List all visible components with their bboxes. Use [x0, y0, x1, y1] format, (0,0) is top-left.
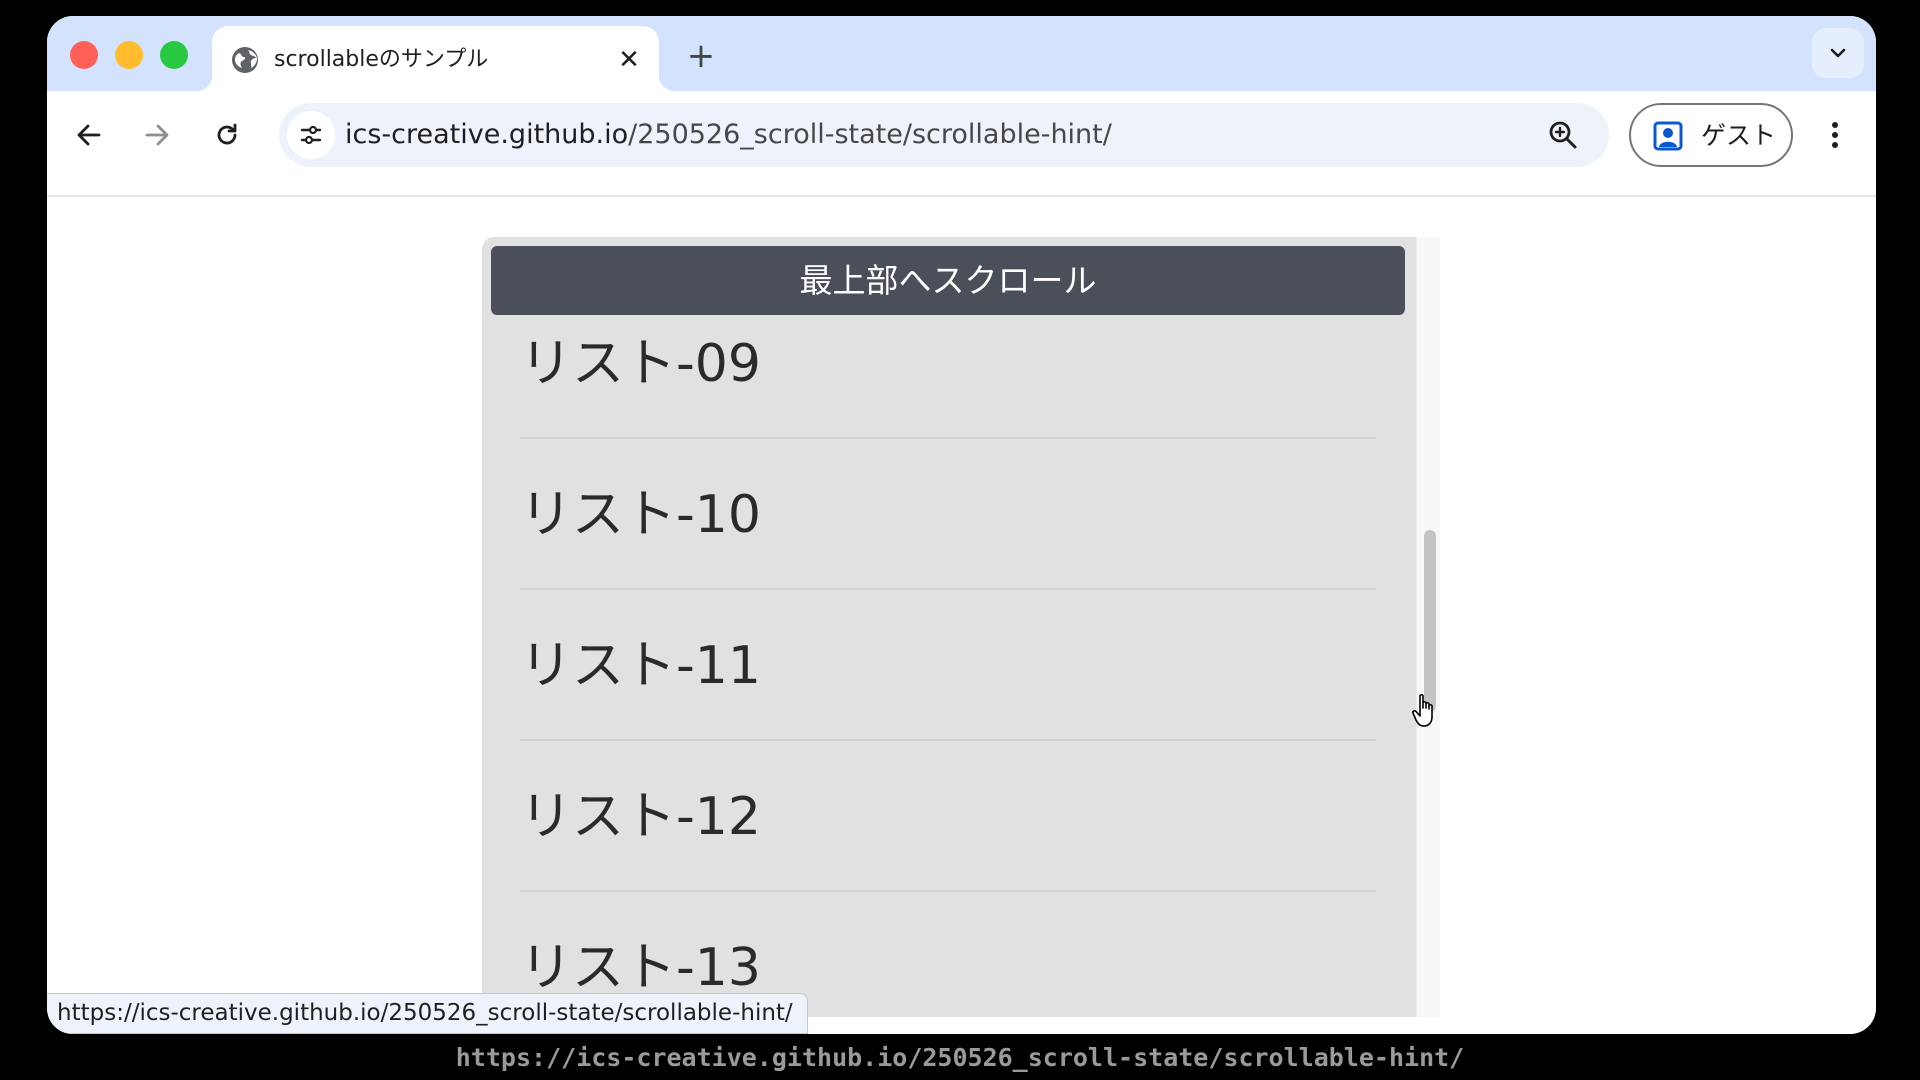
list-box: 最上部へスクロール リスト-08 リスト-09 リスト-10 リスト-11 リス… — [482, 237, 1416, 1017]
window-close-button[interactable] — [70, 41, 98, 69]
window-minimize-button[interactable] — [115, 41, 143, 69]
list-item: リスト-12 — [520, 741, 1376, 892]
reload-icon — [217, 123, 237, 145]
list-item: リスト-11 — [520, 590, 1376, 741]
forward-button[interactable] — [133, 111, 181, 159]
list-item-label: リスト-10 — [520, 485, 761, 545]
tab-title: scrollableのサンプル — [274, 47, 489, 72]
video-caption: https://ics-creative.github.io/250526_sc… — [455, 1043, 1465, 1072]
profile-label: ゲスト — [1701, 121, 1777, 150]
profile-button[interactable]: ゲスト — [1629, 103, 1793, 167]
back-button[interactable] — [65, 111, 113, 159]
address-bar[interactable]: ics-creative.github.io/250526_scroll-sta… — [279, 103, 1609, 167]
browser-tab[interactable]: scrollableのサンプル ✕ — [196, 26, 675, 91]
url-path: /250526_scroll-state/scrollable-hint/ — [628, 119, 1112, 150]
new-tab-button[interactable]: + — [681, 36, 721, 76]
list-item-label: リスト-09 — [520, 334, 761, 394]
browser-window: scrollableのサンプル ✕ + ics-creative.github.… — [47, 16, 1876, 1034]
url-host: ics-creative.github.io — [345, 119, 629, 150]
list-item-label: リスト-12 — [520, 787, 761, 847]
globe-icon — [230, 45, 260, 75]
page-viewport: 最上部へスクロール リスト-08 リスト-09 リスト-10 リスト-11 リス… — [47, 197, 1876, 1034]
url-text[interactable]: ics-creative.github.io/250526_scroll-sta… — [345, 119, 1112, 151]
guest-profile-icon — [1653, 121, 1683, 151]
scrollbar-thumb[interactable] — [1424, 530, 1436, 712]
scrollbar[interactable] — [1416, 237, 1440, 1017]
browser-toolbar: ics-creative.github.io/250526_scroll-sta… — [47, 91, 1876, 197]
tune-icon — [300, 125, 322, 145]
list-item-label: リスト-08 — [520, 237, 761, 245]
more-vert-icon — [1832, 122, 1838, 148]
arrow-left-icon — [77, 124, 101, 146]
list: リスト-08 リスト-09 リスト-10 リスト-11 リスト-12 リスト-1… — [520, 237, 1376, 1017]
list-item-label: リスト-11 — [520, 636, 761, 696]
reload-button[interactable] — [203, 111, 251, 159]
site-info-button[interactable] — [287, 111, 335, 159]
tab-close-icon[interactable]: ✕ — [613, 44, 645, 76]
hand-cursor-icon — [1411, 693, 1441, 733]
status-url-tooltip: https://ics-creative.github.io/250526_sc… — [47, 993, 808, 1034]
scroll-container[interactable]: 最上部へスクロール リスト-08 リスト-09 リスト-10 リスト-11 リス… — [482, 237, 1440, 1017]
scroll-to-top-button[interactable]: 最上部へスクロール — [491, 246, 1405, 315]
list-item: リスト-10 — [520, 439, 1376, 590]
tab-strip: scrollableのサンプル ✕ + — [47, 16, 1876, 91]
more-menu-button[interactable] — [1811, 111, 1859, 159]
tab-search-button[interactable] — [1812, 28, 1864, 78]
window-maximize-button[interactable] — [160, 41, 188, 69]
zoom-icon[interactable] — [1547, 119, 1579, 151]
arrow-right-icon — [145, 124, 169, 146]
list-item-label: リスト-13 — [520, 938, 761, 998]
chevron-down-icon — [1830, 48, 1846, 58]
